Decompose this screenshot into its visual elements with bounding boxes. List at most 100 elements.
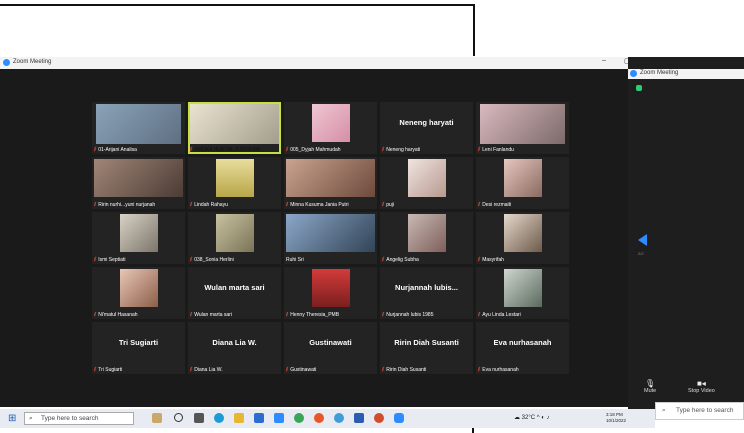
participant-tile[interactable]: Gustinawati ⫽ Gustinawati — [284, 322, 377, 374]
participant-display-name: Eva nurhasanah — [493, 338, 552, 347]
side-window-titlebar: Zoom Meeting — [628, 69, 744, 79]
participant-video — [312, 269, 350, 307]
participant-tile[interactable]: Nurjannah lubis... ⫽ Nurjannah lubis 1985 — [380, 267, 473, 319]
previous-page-arrow-icon[interactable] — [638, 234, 647, 246]
participant-name: ⫽ Minna Kusuma Jania Putri — [286, 202, 349, 208]
participant-tile[interactable]: ⫽ Ayu Linda Lestari — [476, 267, 569, 319]
participant-tile[interactable]: Eva nurhasanah ⫽ Eva nurhasanah — [476, 322, 569, 374]
participant-tile[interactable]: ⫽ Desi rezmaiti — [476, 157, 569, 209]
taskbar-search-placeholder: Type here to search — [41, 415, 99, 422]
minimize-button[interactable]: – — [602, 57, 606, 69]
muted-mic-icon: ⫽ — [94, 367, 97, 373]
participant-tile[interactable]: Neneng haryati ⫽ Neneng haryati — [380, 102, 473, 154]
task-view-icon[interactable] — [194, 413, 204, 423]
stop-video-button[interactable]: ■◂ Stop Video — [688, 379, 715, 394]
participant-tile[interactable]: ⫽ Minna Kusuma Jania Putri — [284, 157, 377, 209]
participant-tile[interactable]: ⫽ Leni Fanlandu — [476, 102, 569, 154]
participant-tile-active[interactable]: ⫽ FRIDKA HUNTRI, S.ST.M.KM — [188, 102, 281, 154]
participant-name: Ruhi Sri — [286, 257, 304, 263]
participant-name: ⫽ Desi rezmaiti — [478, 202, 512, 208]
participant-video — [120, 269, 158, 307]
app-icon[interactable] — [274, 413, 284, 423]
search-icon: ⌕ — [662, 407, 666, 414]
participant-name: ⫽ Ririn Diah Susanti — [382, 367, 427, 373]
participant-tile[interactable]: ⫽ Ni'matul Hasanah — [92, 267, 185, 319]
participant-display-name: Gustinawati — [309, 338, 352, 347]
participant-name: ⫽ FRIDKA HUNTRI, S.ST.M.KM — [190, 147, 261, 153]
muted-mic-icon: ⫽ — [94, 147, 97, 153]
participant-tile[interactable]: ⫽ Angelig Subha — [380, 212, 473, 264]
volume-icon[interactable]: ♪ — [547, 415, 550, 421]
participant-video — [216, 214, 254, 252]
participant-tile[interactable]: ⫽ 038_Sonia Herlini — [188, 212, 281, 264]
participant-tile[interactable]: ⫽ 005_Dyjah Mahmudah — [284, 102, 377, 154]
participant-video — [94, 159, 183, 197]
participant-name: ⫽ Eva nurhasanah — [478, 367, 519, 373]
participant-tile[interactable]: ⫽ Henny Theresia_PMB — [284, 267, 377, 319]
weather-icon: ☁ — [514, 415, 520, 421]
side-window-title: Zoom Meeting — [640, 70, 679, 76]
participant-video — [286, 214, 375, 252]
muted-mic-icon: ⫽ — [382, 202, 385, 208]
muted-mic-icon: ⫽ — [94, 312, 97, 318]
participant-tile[interactable]: Ruhi Sri — [284, 212, 377, 264]
word-icon[interactable] — [354, 413, 364, 423]
participant-name: ⫽ Ayu Linda Lestari — [478, 312, 521, 318]
windows-taskbar: ⊞ ⌕ Type here to search ☁ 32°C ^ ◐ ♪ 3:1… — [0, 409, 655, 428]
participant-tile[interactable]: ⫽ Ismi Septiati — [92, 212, 185, 264]
windows-start-icon[interactable]: ⊞ — [8, 413, 16, 424]
participant-tile[interactable]: ⫽ puji — [380, 157, 473, 209]
security-shield-icon[interactable] — [636, 85, 642, 91]
participant-name: ⫽ Ni'matul Hasanah — [94, 312, 138, 318]
participant-video — [96, 104, 181, 144]
store-icon[interactable] — [254, 413, 264, 423]
participant-tile[interactable]: Ririn Diah Susanti ⫽ Ririn Diah Susanti — [380, 322, 473, 374]
participant-video — [504, 159, 542, 197]
muted-mic-icon: ⫽ — [286, 367, 289, 373]
participant-name: ⫽ Wulan marta sari — [190, 312, 232, 318]
app-icon[interactable] — [374, 413, 384, 423]
app-icon[interactable] — [294, 413, 304, 423]
edge-browser-icon[interactable] — [214, 413, 224, 423]
participant-display-name: Ririn Diah Susanti — [394, 338, 459, 347]
participant-name: ⫽ 038_Sonia Herlini — [190, 257, 234, 263]
participant-display-name: Diana Lia W. — [212, 338, 257, 347]
stop-video-label: Stop Video — [688, 388, 715, 394]
window-title: Zoom Meeting — [13, 59, 52, 65]
participant-tile[interactable]: ⫽ Masyrifah — [476, 212, 569, 264]
taskbar-search-box[interactable]: ⌕ Type here to search — [24, 412, 134, 425]
muted-mic-icon: ⫽ — [478, 257, 481, 263]
participant-tile[interactable]: ⫽ Lindah Rahayu — [188, 157, 281, 209]
participant-tile[interactable]: ⫽ 01-Arijani Analisa — [92, 102, 185, 154]
cropping-bracket — [0, 4, 475, 56]
participant-video — [190, 104, 279, 144]
zoom-taskbar-icon[interactable] — [394, 413, 404, 423]
participant-name: ⫽ Diana Lia W. — [190, 367, 223, 373]
chrome-icon[interactable] — [314, 413, 324, 423]
participant-tile[interactable]: Tri Sugiarti ⫽ Tri Sugiarti — [92, 322, 185, 374]
window-titlebar: Zoom Meeting — [0, 57, 628, 69]
muted-mic-icon: ⫽ — [190, 147, 193, 153]
participant-tile[interactable]: Wulan marta sari ⫽ Wulan marta sari — [188, 267, 281, 319]
mute-button[interactable]: 🎙 Mute — [644, 379, 656, 394]
participant-tile[interactable]: Diana Lia W. ⫽ Diana Lia W. — [188, 322, 281, 374]
participant-tile[interactable]: ⫽ Ririn nurhi...yuni nurjanah — [92, 157, 185, 209]
zoom-side-window: Zoom Meeting 2/2 🎙 Mute ■◂ Stop Video — [628, 57, 744, 409]
video-gallery: ⫽ 01-Arijani Analisa ⫽ FRIDKA HUNTRI, S.ST… — [0, 69, 628, 407]
video-camera-icon: ■◂ — [696, 379, 706, 388]
app-icon[interactable] — [334, 413, 344, 423]
participant-name: ⫽ puji — [382, 202, 395, 208]
network-icon[interactable]: ◐ — [541, 415, 545, 421]
taskbar-clock[interactable]: 3:18 PM 10/1/2022 — [606, 412, 626, 424]
participant-video — [216, 159, 254, 197]
cortana-icon[interactable] — [174, 413, 183, 422]
weather-widget-icon[interactable] — [152, 413, 162, 423]
temperature: 32°C — [521, 415, 536, 421]
participant-video — [480, 104, 565, 144]
mute-label: Mute — [644, 388, 657, 394]
secondary-search-box[interactable]: ⌕ Type here to search — [655, 402, 744, 420]
file-explorer-icon[interactable] — [234, 413, 244, 423]
participant-name: ⫽ Lindah Rahayu — [190, 202, 228, 208]
muted-mic-icon: ⫽ — [478, 202, 481, 208]
tray-overflow-icon[interactable]: ^ — [537, 415, 540, 421]
